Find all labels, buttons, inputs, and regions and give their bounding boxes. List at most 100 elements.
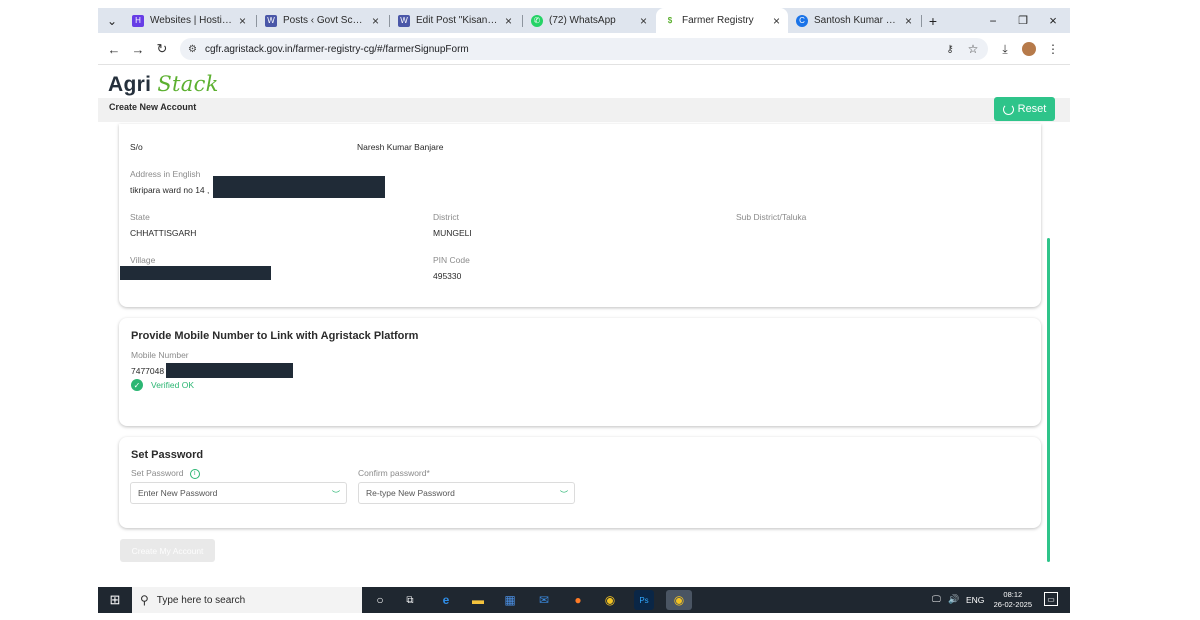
close-window-button[interactable]: × <box>1038 8 1068 33</box>
minimize-button[interactable]: − <box>978 8 1008 33</box>
firefox-icon[interactable]: ● <box>568 590 588 610</box>
tab-title: Farmer Registry <box>682 15 754 26</box>
file-explorer-icon[interactable]: ▬ <box>468 590 488 610</box>
tab-edit-post[interactable]: W Edit Post "Kisan Card O × <box>390 8 520 33</box>
photoshop-icon[interactable]: Ps <box>634 590 654 610</box>
reset-label: Reset <box>1017 103 1047 115</box>
screen: ⌄ H Websites | Hostinger × W Posts ‹ Gov… <box>98 0 1070 620</box>
new-tab-button[interactable]: + <box>922 8 944 33</box>
mobile-label: Mobile Number <box>131 350 189 360</box>
volume-icon[interactable]: 🔊 <box>948 594 959 605</box>
address-label: Address in English <box>130 169 201 179</box>
check-circle-icon: ✓ <box>131 379 143 391</box>
close-icon[interactable]: × <box>773 14 780 28</box>
district-value: MUNGELI <box>433 228 472 238</box>
close-icon[interactable]: × <box>505 14 512 28</box>
taskbar-search-placeholder: Type here to search <box>156 594 246 606</box>
agristack-logo[interactable]: Agri Stack <box>108 72 219 97</box>
tab-search-chevron-icon[interactable]: ⌄ <box>100 8 124 33</box>
cortana-icon[interactable]: ○ <box>370 590 390 610</box>
chrome-active-icon[interactable]: ◉ <box>666 590 692 610</box>
url-bar[interactable]: ⚙ cgfr.agristack.gov.in/farmer-registry-… <box>180 38 988 60</box>
so-label: S/o <box>130 142 143 152</box>
windows-start-icon[interactable]: ⊞ <box>98 587 132 613</box>
clock-date: 26-02-2025 <box>993 600 1032 609</box>
tab-strip: ⌄ H Websites | Hostinger × W Posts ‹ Gov… <box>98 8 1070 33</box>
address-details-card: S/o Naresh Kumar Banjare Address in Engl… <box>119 124 1041 307</box>
subdistrict-label: Sub District/Taluka <box>736 212 807 222</box>
menu-kebab-icon[interactable]: ⋮ <box>1044 40 1062 58</box>
clock-time: 08:12 <box>1003 590 1023 599</box>
bookmark-star-icon[interactable]: ☆ <box>964 40 982 58</box>
tab-santosh-kumar[interactable]: C Santosh Kumar - 1200 × <box>788 8 920 33</box>
village-label: Village <box>130 255 156 265</box>
profile-avatar[interactable] <box>1020 40 1038 58</box>
download-icon[interactable]: ⤓ <box>996 40 1014 58</box>
edge-icon[interactable]: e <box>436 590 456 610</box>
pin-value: 495330 <box>433 271 462 281</box>
restore-button[interactable]: ❐ <box>1008 8 1038 33</box>
info-icon[interactable]: i <box>189 468 200 479</box>
address-bar: ← → ↻ ⚙ cgfr.agristack.gov.in/farmer-reg… <box>98 33 1070 65</box>
eye-closed-icon[interactable]: ︶ <box>560 489 568 500</box>
state-value: CHHATTISGARH <box>130 228 197 238</box>
tab-title: Santosh Kumar - 1200 <box>814 15 899 26</box>
mail-icon[interactable]: ✉ <box>534 590 554 610</box>
state-label: State <box>130 212 150 222</box>
mobile-number-card: Provide Mobile Number to Link with Agris… <box>119 318 1041 426</box>
page-header-bar: Create New Account <box>98 98 1070 122</box>
address-value: tikripara ward no 14 , <box>130 185 210 195</box>
redacted-village <box>120 266 271 280</box>
tab-hostinger[interactable]: H Websites | Hostinger × <box>124 8 254 33</box>
whatsapp-icon: ✆ <box>531 14 543 27</box>
site-info-icon[interactable]: ⚙ <box>188 44 197 55</box>
reload-button[interactable]: ↻ <box>152 39 172 59</box>
tab-title: Websites | Hostinger <box>150 15 233 26</box>
taskbar-search-box[interactable]: ⚲ Type here to search <box>132 587 362 613</box>
back-button[interactable]: ← <box>104 39 124 59</box>
close-icon[interactable]: × <box>905 14 912 28</box>
redacted-address <box>213 176 385 198</box>
chrome-icon[interactable]: ◉ <box>600 590 620 610</box>
agristack-icon: $ <box>664 14 676 27</box>
eye-closed-icon[interactable]: ︶ <box>332 489 340 500</box>
so-value: Naresh Kumar Banjare <box>357 142 444 152</box>
tab-posts[interactable]: W Posts ‹ Govt Scheme of × <box>257 8 387 33</box>
language-indicator[interactable]: ENG <box>966 595 984 605</box>
page-title: Create New Account <box>109 102 197 112</box>
forward-button[interactable]: → <box>128 39 148 59</box>
set-password-placeholder: Enter New Password <box>138 488 218 498</box>
set-password-label: Set Password i <box>131 468 200 479</box>
chrome-icon: C <box>796 14 808 27</box>
password-key-icon[interactable]: ⚷ <box>941 40 959 58</box>
tab-farmer-registry[interactable]: $ Farmer Registry × <box>656 8 788 33</box>
scrollbar-thumb[interactable] <box>1047 238 1050 562</box>
tab-title: (72) WhatsApp <box>549 15 616 26</box>
confirm-password-input[interactable]: Re-type New Password ︶ <box>358 482 575 504</box>
set-password-input[interactable]: Enter New Password ︶ <box>130 482 347 504</box>
close-icon[interactable]: × <box>372 14 379 28</box>
mobile-heading: Provide Mobile Number to Link with Agris… <box>131 330 419 342</box>
task-view-icon[interactable]: ⧉ <box>400 590 420 610</box>
pin-label: PIN Code <box>433 255 470 265</box>
search-icon: ⚲ <box>140 593 149 607</box>
tab-whatsapp[interactable]: ✆ (72) WhatsApp × <box>523 8 655 33</box>
set-password-label-text: Set Password <box>131 468 184 478</box>
reset-button[interactable]: Reset <box>994 97 1055 121</box>
page: Agri Stack Create New Account Reset S/o … <box>98 66 1070 586</box>
close-icon[interactable]: × <box>239 14 246 28</box>
system-clock[interactable]: 08:12 26-02-2025 <box>994 590 1032 610</box>
wordpress-icon: W <box>265 14 277 27</box>
verified-status: ✓ Verified OK <box>131 379 194 391</box>
mobile-value: 7477048 <box>131 366 165 376</box>
hostinger-icon: H <box>132 14 144 27</box>
create-account-button[interactable]: Create My Account <box>120 539 215 562</box>
confirm-password-placeholder: Re-type New Password <box>366 488 455 498</box>
notification-icon[interactable]: ▭ <box>1044 592 1058 606</box>
logo-stack: Stack <box>157 72 219 96</box>
logo-agri: Agri <box>108 73 152 96</box>
close-icon[interactable]: × <box>640 14 647 28</box>
tab-title: Edit Post "Kisan Card O <box>416 15 499 26</box>
network-icon[interactable]: 🖵 <box>932 594 941 605</box>
store-icon[interactable]: ▦ <box>500 590 520 610</box>
